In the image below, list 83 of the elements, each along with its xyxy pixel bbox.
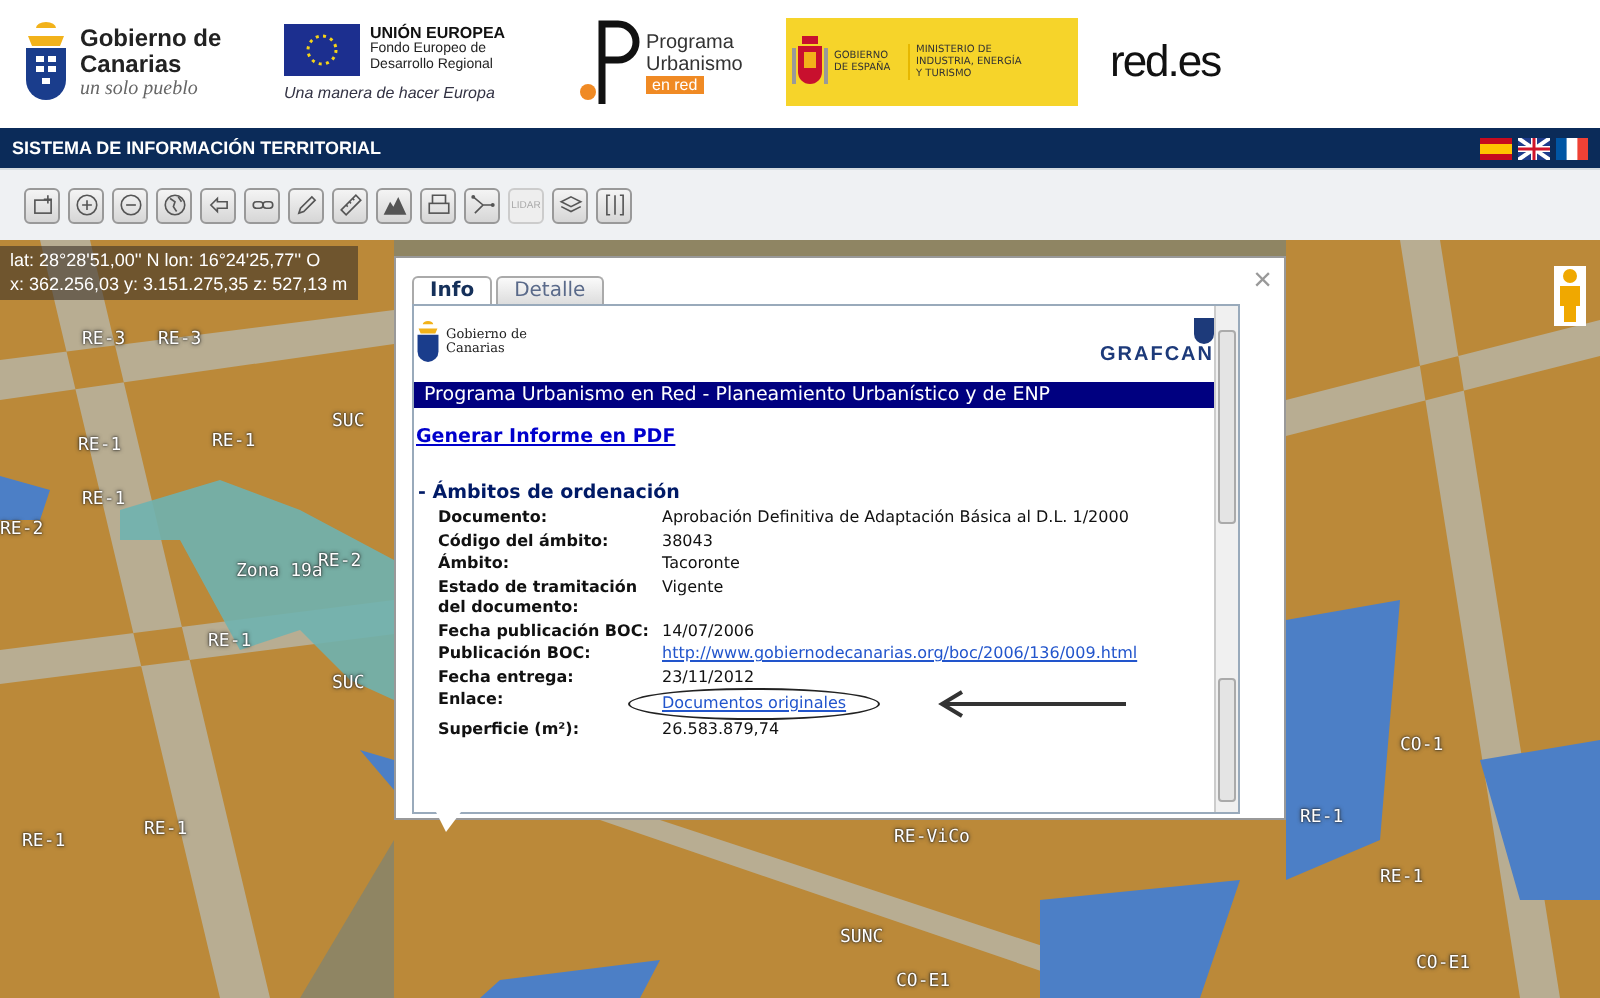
coordinates-text: lat: 28°28'51,00'' N lon: 16°24'25,77'' O bbox=[10, 250, 323, 273]
grafcan-logo-text: GRAFCAN bbox=[1100, 344, 1214, 366]
zone-label: RE-1 bbox=[212, 432, 256, 452]
zoom-out-icon bbox=[117, 192, 143, 218]
site-logo-text: red.es bbox=[1110, 36, 1221, 88]
section-title: - Ámbitos de ordenación bbox=[418, 482, 682, 504]
polyline-icon bbox=[469, 192, 495, 218]
field-label: Enlace: bbox=[438, 690, 506, 712]
layers-icon bbox=[557, 192, 583, 218]
toolbar-button[interactable] bbox=[200, 187, 236, 223]
field-link[interactable]: Documentos originales bbox=[662, 693, 847, 712]
field-label: Documento: bbox=[438, 508, 550, 529]
zone-label: CO-E1 bbox=[896, 972, 951, 992]
zone-label: SUC bbox=[332, 674, 365, 694]
field-value: 38043 bbox=[662, 531, 713, 549]
zoom-extent-icon bbox=[29, 192, 55, 218]
government-logo-text: Gobierno de Canarias bbox=[80, 25, 224, 77]
back-arrow-icon bbox=[205, 192, 231, 218]
zone-label: RE-1 bbox=[1380, 868, 1424, 888]
field-label: Superficie (m²): bbox=[438, 720, 582, 741]
scrollbar[interactable] bbox=[1214, 306, 1238, 812]
toolbar-button[interactable] bbox=[112, 187, 148, 223]
tab[interactable]: Info bbox=[412, 276, 493, 304]
zone-label: SUC bbox=[332, 412, 365, 432]
toolbar-button[interactable] bbox=[596, 187, 632, 223]
field-label: Fecha entrega: bbox=[438, 667, 576, 688]
toolbar-button[interactable] bbox=[464, 187, 500, 223]
field-value: 23/11/2012 bbox=[662, 667, 755, 685]
toolbar-button[interactable] bbox=[552, 187, 588, 223]
tab[interactable]: Detalle bbox=[496, 276, 604, 304]
system-title: SISTEMA DE INFORMACIÓN TERRITORIAL bbox=[12, 138, 381, 158]
toolbar-button[interactable] bbox=[68, 187, 104, 223]
field-label: Código del ámbito: bbox=[438, 531, 611, 552]
toolbar-button[interactable] bbox=[24, 187, 60, 223]
field-value: 26.583.879,74 bbox=[662, 720, 780, 738]
toolbar-button[interactable] bbox=[288, 187, 324, 223]
eu-title: UNIÓN EUROPEA bbox=[370, 24, 508, 42]
columns-icon bbox=[601, 192, 627, 218]
british-flag-icon[interactable] bbox=[1518, 137, 1550, 159]
p-letter-logo-icon bbox=[580, 16, 640, 108]
field-label: Fecha publicación BOC: bbox=[438, 621, 651, 642]
field-value: Vigente bbox=[662, 577, 724, 595]
spanish-flag-icon[interactable] bbox=[1480, 137, 1512, 159]
crown-shield-logo-icon bbox=[20, 20, 72, 104]
printer-icon bbox=[425, 192, 451, 218]
eu-flag-icon bbox=[284, 23, 360, 75]
zone-label: RE-1 bbox=[22, 832, 66, 852]
toolbar-button[interactable] bbox=[332, 187, 368, 223]
zone-label: CO-1 bbox=[1400, 736, 1444, 756]
program-banner: Programa Urbanismo en Red - Planeamiento Urbanístico y de ENP bbox=[414, 382, 1214, 408]
french-flag-icon[interactable] bbox=[1556, 137, 1588, 159]
coordinates-text: x: 362.256,03 y: 3.151.275,35 z: 527,13 m bbox=[10, 273, 348, 296]
field-label: Publicación BOC: bbox=[438, 644, 593, 665]
zone-label: RE-2 bbox=[0, 520, 44, 540]
field-value: 14/07/2006 bbox=[662, 621, 755, 639]
toolbar-button[interactable] bbox=[156, 187, 192, 223]
toolbar-button[interactable] bbox=[420, 187, 456, 223]
field-link[interactable]: http://www.gobiernodecanarias.org/boc/2006/136/009.html bbox=[662, 644, 1138, 665]
zone-label: RE-1 bbox=[144, 820, 188, 840]
shield-icon bbox=[1194, 318, 1214, 344]
crown-shield-logo-icon bbox=[414, 320, 442, 364]
pdf-report-link[interactable]: Generar Informe en PDF bbox=[416, 426, 676, 448]
ruler-icon bbox=[337, 192, 363, 218]
zone-label: RE-2 bbox=[318, 552, 362, 572]
zone-label: CO-E1 bbox=[1416, 954, 1471, 974]
zone-label: Zona 19a bbox=[236, 562, 323, 582]
zoom-in-icon bbox=[73, 192, 99, 218]
program-title: Programa Urbanismo bbox=[646, 31, 745, 75]
globe-icon bbox=[161, 192, 187, 218]
toolbar-button[interactable] bbox=[376, 187, 412, 223]
toolbar-button[interactable] bbox=[244, 187, 280, 223]
logo-tagline: un solo pueblo bbox=[80, 77, 200, 99]
zone-label: RE-ViCo bbox=[894, 828, 970, 848]
field-label: Estado de tramitación del documento: bbox=[438, 577, 640, 619]
pencil-icon bbox=[293, 192, 319, 218]
mountain-icon bbox=[381, 192, 407, 218]
field-value: Aprobación Definitiva de Adaptación Básica al D.L. 1/2000 bbox=[662, 508, 1129, 526]
eu-motto: Una manera de hacer Europa bbox=[284, 83, 497, 101]
zone-label: RE-1 bbox=[1300, 808, 1344, 828]
field-label: Ámbito: bbox=[438, 554, 512, 575]
program-badge: en red bbox=[646, 75, 704, 93]
zone-label: SUNC bbox=[840, 928, 884, 948]
field-value: Tacoronte bbox=[662, 554, 740, 572]
